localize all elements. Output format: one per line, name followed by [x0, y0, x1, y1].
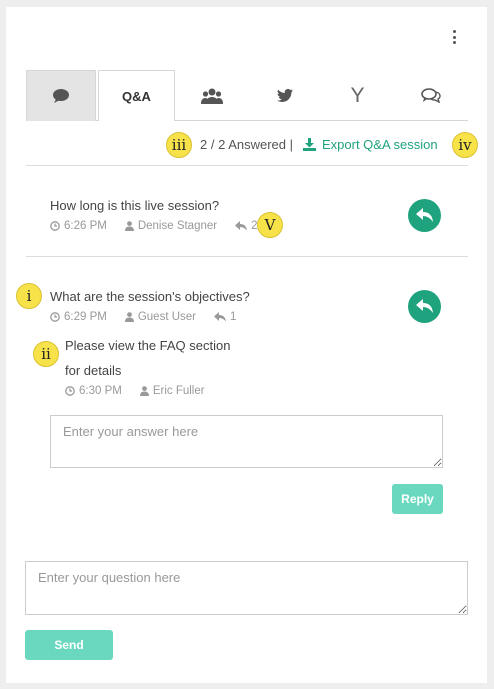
send-button[interactable]: Send [25, 630, 113, 660]
question-input[interactable] [25, 561, 468, 615]
marker-iii-label: iii [171, 136, 187, 154]
marker-iv-label: iv [458, 136, 472, 154]
user-icon [124, 312, 134, 322]
marker-ii-label: ii [41, 345, 51, 363]
reply-button[interactable] [408, 199, 441, 232]
question-time: 6:26 PM [64, 220, 107, 232]
reply-count-icon [235, 221, 248, 231]
question-text: What are the session's objectives? [50, 289, 250, 304]
question-meta: 6:26 PM Denise Stagner 2 [50, 220, 258, 232]
clock-icon [50, 312, 60, 322]
twitter-icon [276, 89, 293, 102]
marker-ii: ii [33, 341, 59, 367]
question-time: 6:29 PM [64, 311, 107, 323]
reply-submit-button[interactable]: Reply [392, 484, 443, 514]
answer-author: Eric Fuller [152, 385, 205, 397]
tab-bar: Q&A Y [26, 70, 468, 121]
divider: | [289, 137, 294, 152]
reply-icon [415, 299, 433, 313]
more-vertical-icon[interactable] [451, 30, 457, 44]
chat-bubble-icon [53, 89, 69, 103]
answer-text-line2: for details [65, 363, 122, 378]
users-icon [200, 88, 223, 104]
y-icon: Y [350, 83, 365, 107]
tab-chat[interactable] [26, 70, 96, 121]
reply-button[interactable] [408, 290, 441, 323]
divider-line [26, 256, 468, 257]
marker-i: i [16, 283, 42, 309]
reply-count: 1 [230, 311, 237, 323]
clock-icon [65, 386, 75, 396]
reply-count-icon [214, 312, 226, 322]
answer-time: 6:30 PM [79, 385, 122, 397]
marker-v: V [257, 212, 283, 238]
tab-twitter[interactable] [248, 70, 321, 121]
export-qa-link[interactable]: Export Q&A session [303, 137, 438, 152]
marker-iii: iii [166, 132, 192, 158]
tab-qa[interactable]: Q&A [98, 70, 175, 121]
comments-icon [421, 88, 441, 103]
marker-v-label: V [264, 216, 276, 234]
answer-meta: 6:30 PM Eric Fuller [65, 385, 205, 397]
marker-i-label: i [26, 287, 32, 305]
answered-count-text: 2 / 2 Answered [200, 137, 286, 152]
export-qa-label: Export Q&A session [322, 137, 438, 152]
tab-users[interactable] [175, 70, 248, 121]
user-icon [124, 221, 134, 231]
question-meta: 6:29 PM Guest User 1 [50, 311, 236, 323]
user-icon [139, 386, 149, 396]
clock-icon [50, 221, 60, 231]
divider-line [26, 165, 468, 166]
question-author: Denise Stagner [137, 220, 218, 232]
download-icon [303, 138, 316, 151]
answered-count: 2 / 2 Answered | [200, 137, 293, 152]
question-text: How long is this live session? [50, 198, 220, 213]
reply-icon [415, 208, 433, 222]
tab-comments[interactable] [394, 70, 468, 121]
tab-qa-label: Q&A [122, 88, 151, 104]
marker-iv: iv [452, 132, 478, 158]
answer-text-line1: Please view the FAQ section [65, 338, 231, 353]
tab-y[interactable]: Y [321, 70, 394, 121]
question-author: Guest User [137, 311, 196, 323]
answer-input[interactable] [50, 415, 443, 468]
